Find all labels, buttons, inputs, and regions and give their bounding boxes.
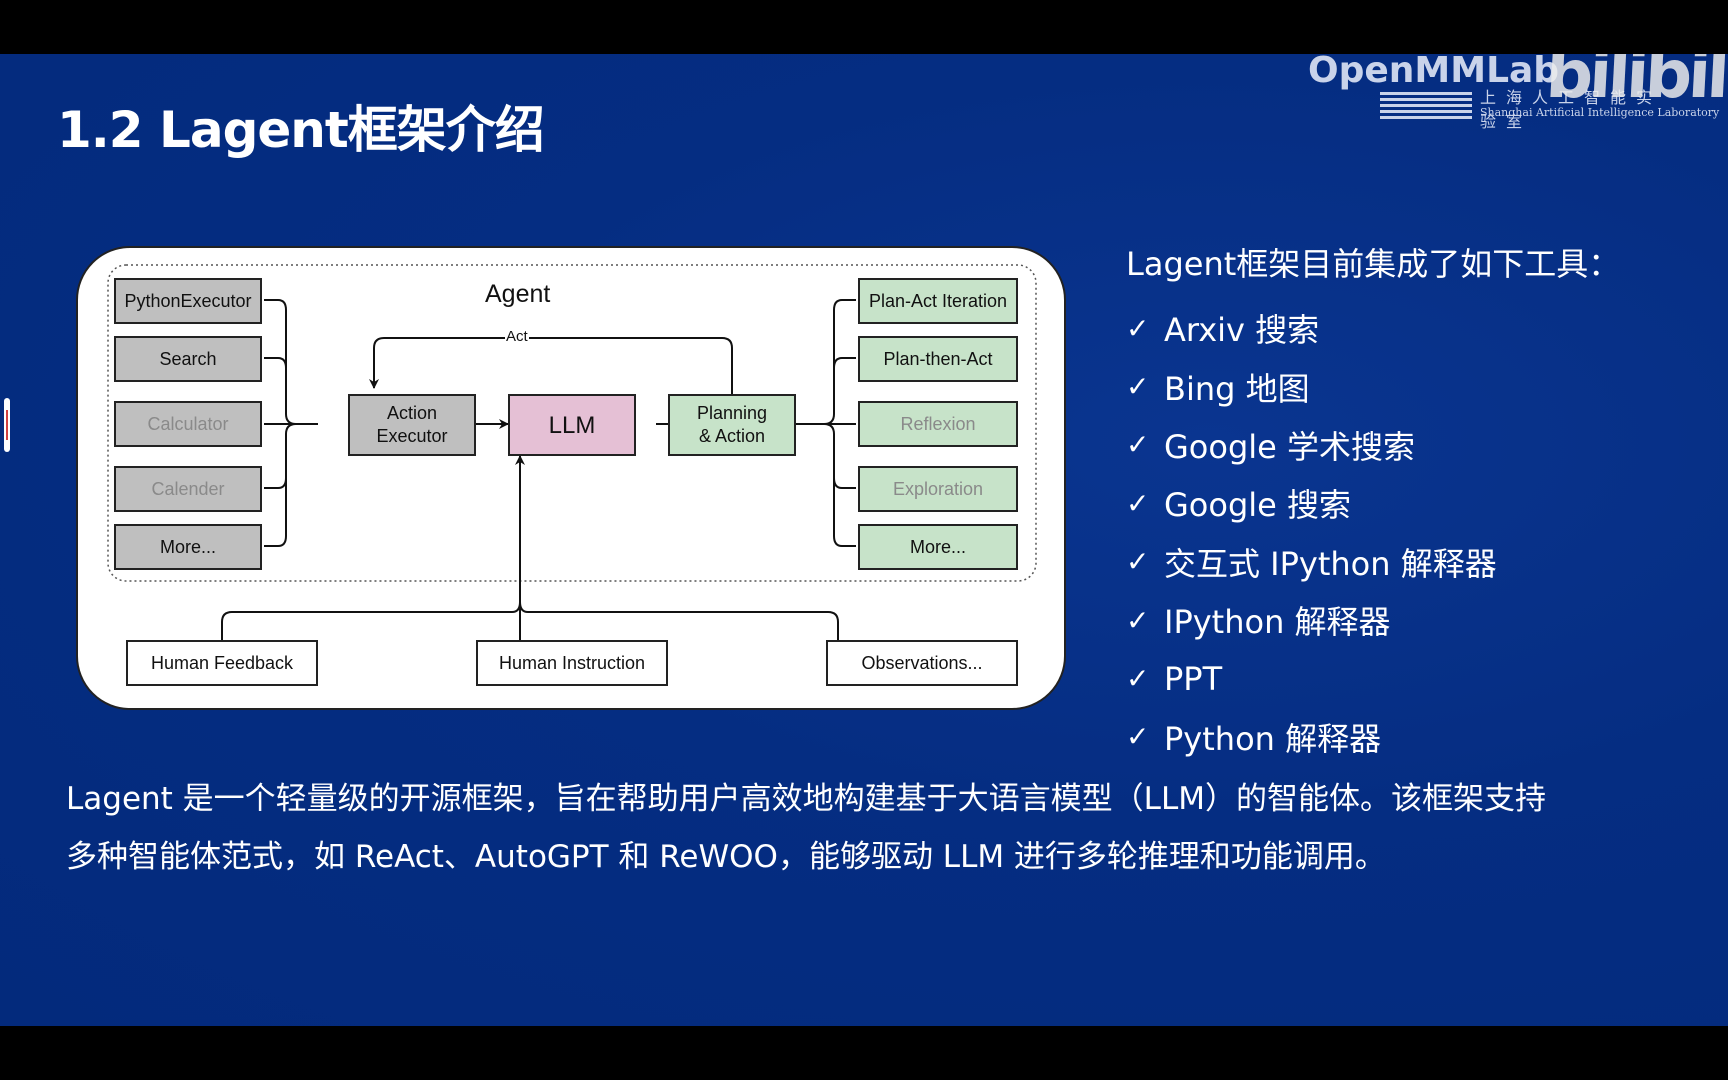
tool-item-label: Bing 地图: [1164, 369, 1310, 408]
strategy-box-reflexion: Reflexion: [858, 401, 1018, 447]
tool-item-label: Google 学术搜索: [1164, 427, 1416, 466]
check-icon: ✓: [1126, 370, 1150, 404]
check-icon: ✓: [1126, 603, 1150, 637]
tool-box-search: Search: [114, 336, 262, 382]
description-line-1: Lagent 是一个轻量级的开源框架，旨在帮助用户高效地构建基于大语言模型（LL…: [66, 781, 1546, 817]
strategy-box-plan-then-act: Plan-then-Act: [858, 336, 1018, 382]
tool-item: ✓ Arxiv 搜索: [1126, 299, 1620, 357]
tool-item-label: IPython 解释器: [1164, 603, 1391, 642]
strategy-label: Exploration: [892, 478, 984, 499]
tool-item: ✓ Python 解释器: [1126, 708, 1620, 766]
check-icon: ✓: [1126, 428, 1150, 462]
input-label: Observations...: [861, 652, 983, 673]
slide-title: 1.2 Lagent框架介绍: [57, 101, 545, 159]
planning-action-label: Planning & Action: [696, 403, 768, 446]
tool-item: ✓ PPT: [1126, 649, 1620, 707]
integrated-tools-list: Lagent框架目前集成了如下工具： ✓ Arxiv 搜索 ✓ Bing 地图 ✓ G…: [1126, 239, 1620, 766]
tool-box-python-executor: PythonExecutor: [114, 278, 262, 324]
llm-label: LLM: [548, 411, 596, 439]
shlab-emblem-icon: [1380, 92, 1472, 122]
agent-label: Agent: [485, 280, 551, 308]
check-icon: ✓: [1126, 662, 1150, 696]
act-label: Act: [505, 328, 529, 345]
bilibili-watermark: bilibili: [1543, 54, 1728, 113]
tool-box-calender: Calender: [114, 466, 262, 512]
strategy-connectors: [796, 299, 856, 547]
description-line-2: 多种智能体范式，如 ReAct、AutoGPT 和 ReWOO，能够驱动 LLM…: [66, 839, 1386, 875]
strategy-label: Plan-Act Iteration: [868, 290, 1008, 311]
tool-label: More...: [159, 536, 216, 557]
tool-item-label: Arxiv 搜索: [1164, 311, 1320, 350]
video-top-letterbox: [0, 0, 1728, 54]
strategy-box-exploration: Exploration: [858, 466, 1018, 512]
tool-item: ✓ Bing 地图: [1126, 357, 1620, 415]
tools-heading: Lagent框架目前集成了如下工具：: [1126, 245, 1621, 283]
strategy-label: More...: [909, 536, 966, 557]
input-box-human-instruction: Human Instruction: [476, 640, 668, 686]
tool-label: Calender: [151, 478, 225, 499]
tool-item: ✓ Google 搜索: [1126, 474, 1620, 532]
planning-action-box: Planning & Action: [668, 394, 796, 456]
check-icon: ✓: [1126, 311, 1150, 345]
tool-item-label: Google 搜索: [1164, 486, 1352, 525]
lagent-architecture-diagram: Agent Act PythonExecutor Search Calculat…: [76, 246, 1066, 710]
check-icon: ✓: [1126, 486, 1150, 520]
tool-item: ✓ 交互式 IPython 解释器: [1126, 533, 1620, 591]
tool-item: ✓ IPython 解释器: [1126, 591, 1620, 649]
strategy-label: Plan-then-Act: [883, 348, 993, 369]
input-connectors: [221, 455, 839, 640]
strategy-box-plan-act-iteration: Plan-Act Iteration: [858, 278, 1018, 324]
tool-label: PythonExecutor: [124, 290, 252, 311]
tool-item: ✓ Google 学术搜索: [1126, 416, 1620, 474]
check-icon: ✓: [1126, 720, 1150, 754]
action-executor-label: Action Executor: [376, 403, 448, 446]
tool-label: Search: [159, 348, 217, 369]
strategy-label: Reflexion: [900, 413, 976, 434]
input-box-human-feedback: Human Feedback: [126, 640, 318, 686]
tool-item-label: 交互式 IPython 解释器: [1164, 544, 1497, 583]
action-executor-box: Action Executor: [348, 394, 476, 456]
video-bottom-letterbox: [0, 1026, 1728, 1080]
tool-box-more: More...: [114, 524, 262, 570]
tool-label: Calculator: [147, 413, 229, 434]
tool-item-label: PPT: [1164, 659, 1223, 698]
tool-connectors: [264, 299, 318, 547]
input-label: Human Instruction: [498, 652, 646, 673]
tool-box-calculator: Calculator: [114, 401, 262, 447]
input-box-observations: Observations...: [826, 640, 1018, 686]
side-panel-handle[interactable]: [4, 398, 10, 452]
strategy-box-more: More...: [858, 524, 1018, 570]
llm-box: LLM: [508, 394, 636, 456]
slide: 1.2 Lagent框架介绍 OpenMMLab 上海人工智能实验室 Shang…: [0, 54, 1728, 1026]
input-label: Human Feedback: [150, 652, 294, 673]
check-icon: ✓: [1126, 545, 1150, 579]
tool-item-label: Python 解释器: [1164, 719, 1382, 758]
framework-description: Lagent 是一个轻量级的开源框架，旨在帮助用户高效地构建基于大语言模型（LL…: [66, 770, 1686, 886]
